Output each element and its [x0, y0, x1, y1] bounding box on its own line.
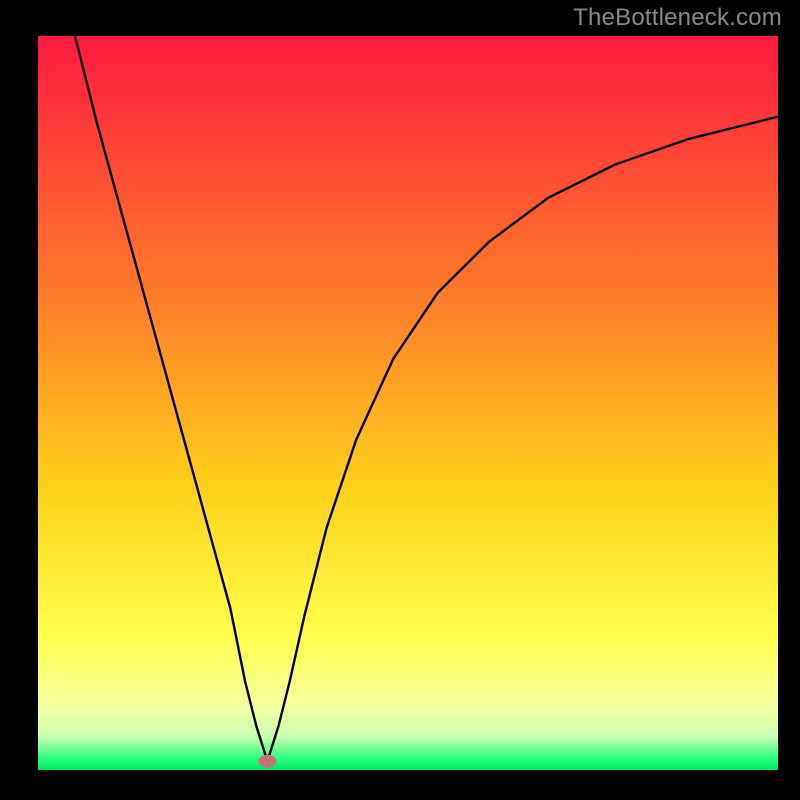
optimum-marker [258, 755, 276, 768]
watermark-text: TheBottleneck.com [573, 4, 782, 32]
frame-border [0, 0, 38, 800]
frame-border [778, 0, 800, 800]
chart-frame: TheBottleneck.com [0, 0, 800, 800]
frame-border [0, 770, 800, 800]
bottleneck-chart [0, 0, 800, 800]
